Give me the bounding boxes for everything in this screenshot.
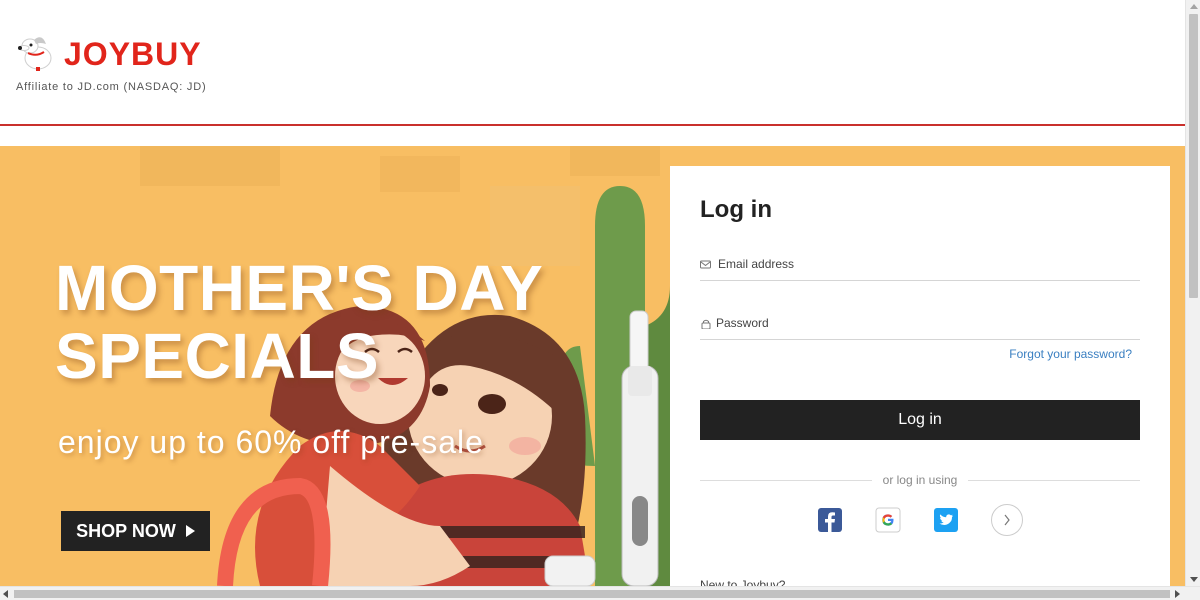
login-panel: Log in Forgot your password? Log in or l… [670, 166, 1170, 596]
banner-subtitle: enjoy up to 60% off pre-sale [58, 424, 484, 460]
forgot-password-link[interactable]: Forgot your password? [1009, 347, 1132, 361]
banner-title: MOTHER'S DAY SPECIALS [55, 254, 575, 390]
google-icon[interactable] [875, 507, 901, 533]
chevron-right-icon[interactable] [991, 504, 1023, 536]
scroll-left-icon[interactable] [3, 590, 8, 598]
shop-now-button[interactable]: SHOP NOW [61, 511, 210, 551]
facebook-icon[interactable] [817, 507, 843, 533]
lock-icon [701, 319, 711, 329]
logo-wordmark: JOYBUY [64, 36, 202, 72]
chevron-right-glyph [1004, 514, 1010, 526]
horizontal-scrollbar[interactable] [0, 586, 1200, 600]
scroll-down-icon[interactable] [1190, 577, 1198, 582]
site-header: JOYBUY Affiliate to JD.com (NASDAQ: JD) [0, 0, 1185, 126]
password-field[interactable] [700, 306, 1140, 340]
vertical-scroll-thumb[interactable] [1189, 14, 1198, 298]
shop-now-label: SHOP NOW [76, 520, 176, 541]
scroll-up-icon[interactable] [1190, 4, 1198, 9]
password-input[interactable] [716, 310, 1126, 336]
vertical-scrollbar[interactable] [1185, 0, 1200, 586]
page: JOYBUY Affiliate to JD.com (NASDAQ: JD) [0, 0, 1200, 600]
horizontal-scroll-thumb[interactable] [14, 590, 1170, 598]
banner-title-line-2: SPECIALS [55, 320, 380, 392]
email-input[interactable] [718, 251, 1128, 277]
scroll-right-icon[interactable] [1175, 590, 1180, 598]
play-arrow-icon [185, 525, 195, 537]
envelope-icon [700, 260, 711, 269]
email-field[interactable] [700, 247, 1140, 281]
divider-label: or log in using [882, 473, 958, 487]
joybuy-logo[interactable]: JOYBUY Affiliate to JD.com (NASDAQ: JD) [14, 32, 214, 102]
social-login-divider: or log in using [700, 473, 1140, 487]
banner-title-line-1: MOTHER'S DAY [55, 252, 544, 324]
twitter-icon[interactable] [933, 507, 959, 533]
login-button[interactable]: Log in [700, 400, 1140, 440]
dog-mascot-icon [18, 37, 52, 71]
header-divider [0, 124, 1185, 126]
logo-subtitle: Affiliate to JD.com (NASDAQ: JD) [16, 81, 207, 93]
login-title: Log in [700, 196, 772, 223]
